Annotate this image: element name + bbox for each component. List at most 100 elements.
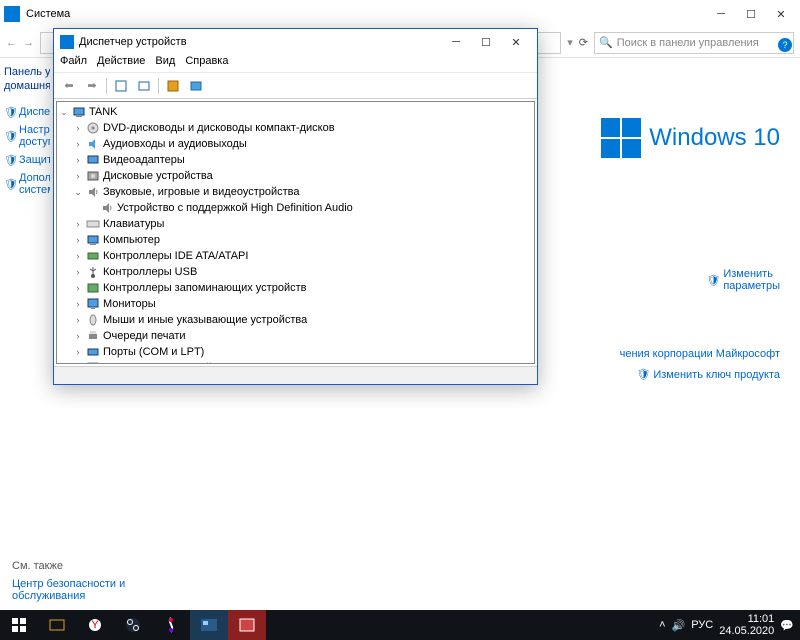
node-label: Контроллеры USB [103,266,197,278]
expand-icon[interactable]: › [73,219,83,229]
pc-icon [85,233,101,247]
pc-icon [71,105,87,119]
device-tree[interactable]: ⌄TANK›DVD-дисководы и дисководы компакт-… [56,101,535,364]
menu-action[interactable]: Действие [97,55,145,72]
forward-button[interactable]: ➡ [81,76,103,96]
tray-notifications-icon[interactable]: 💬 [780,619,794,632]
product-key-link[interactable]: 🛡Изменить ключ продукта [636,368,780,381]
expand-icon[interactable]: › [73,139,83,149]
maximize-button[interactable]: ☐ [471,30,501,54]
maximize-button[interactable]: ☐ [736,2,766,26]
change-settings-link[interactable]: 🛡Изменить параметры [706,268,780,292]
expand-icon[interactable]: › [73,331,83,341]
tree-root[interactable]: ⌄TANK [59,104,532,120]
refresh-button[interactable]: ⟳ [579,36,588,49]
tray-clock[interactable]: 11:01 24.05.2020 [719,613,774,637]
forward-button[interactable]: → [23,37,34,49]
taskbar-item[interactable]: Y [76,610,114,640]
expand-icon[interactable]: › [73,123,83,133]
node-label: Мониторы [103,298,156,310]
taskbar-item[interactable] [152,610,190,640]
taskbar-item[interactable] [38,610,76,640]
mouse-icon [85,313,101,327]
help-icon[interactable]: ? [778,38,792,52]
tool-btn[interactable] [162,76,184,96]
taskbar-item[interactable] [114,610,152,640]
tree-node[interactable]: Устройство с поддержкой High Definition … [59,200,532,216]
expand-icon[interactable]: › [73,299,83,309]
system-tray[interactable]: ˄ 🔊 РУС 11:01 24.05.2020 💬 [659,613,800,637]
shield-icon: 🛡 [706,274,720,287]
sidebar-item[interactable]: 🛡Дополни системы [4,172,46,196]
tree-node[interactable]: › Порты (COM и LPT) [59,344,532,360]
tool-btn[interactable] [133,76,155,96]
tree-node[interactable]: › Контроллеры USB [59,264,532,280]
tray-lang[interactable]: РУС [691,619,713,631]
shield-icon: 🛡 [4,106,16,118]
tree-node[interactable]: ›Дисковые устройства [59,168,532,184]
node-label: Аудиовходы и аудиовыходы [103,138,247,150]
tree-node[interactable]: ›Мыши и иные указывающие устройства [59,312,532,328]
tree-node[interactable]: ›Программные устройства [59,360,532,364]
keyboard-icon [85,217,101,231]
node-label: Видеоадаптеры [103,154,185,166]
ms-link[interactable]: чения корпорации Майкрософт [620,348,780,360]
expand-icon[interactable]: › [73,347,83,357]
security-center-link[interactable]: Центр безопасности и обслуживания [12,578,125,602]
print-icon [85,329,101,343]
node-label: Порты (COM и LPT) [103,346,204,358]
tree-node[interactable]: ⌄ Звуковые, игровые и видеоустройства [59,184,532,200]
sound-icon [99,201,115,215]
expand-icon[interactable]: › [73,283,83,293]
tree-node[interactable]: › Компьютер [59,232,532,248]
minimize-button[interactable]: ─ [706,2,736,26]
expand-icon[interactable]: › [73,363,83,364]
audio-icon [85,137,101,151]
expand-icon[interactable]: › [73,171,83,181]
devmgr-titlebar: Диспетчер устройств ─ ☐ ✕ [54,29,537,55]
tree-node[interactable]: ›Контроллеры IDE ATA/ATAPI [59,248,532,264]
expand-icon[interactable]: › [73,267,83,277]
shield-icon: 🛡 [4,130,16,142]
windows-logo-icon [601,118,641,158]
tree-node[interactable]: ›Клавиатуры [59,216,532,232]
menu-file[interactable]: Файл [60,55,87,72]
back-button[interactable]: ⬅ [58,76,80,96]
expand-icon[interactable]: › [73,155,83,165]
tree-node[interactable]: › Мониторы [59,296,532,312]
expand-icon[interactable]: ⌄ [73,187,83,198]
tree-node[interactable]: ›Очереди печати [59,328,532,344]
start-button[interactable] [0,610,38,640]
close-button[interactable]: ✕ [766,2,796,26]
tree-node[interactable]: › Видеоадаптеры [59,152,532,168]
back-button[interactable]: ← [6,37,17,49]
menu-bar: Файл Действие Вид Справка [54,55,537,73]
taskbar-item[interactable] [190,610,228,640]
node-label: Компьютер [103,234,160,246]
dropdown-icon[interactable]: ▾ [567,36,573,49]
tray-chevron-icon[interactable]: ˄ [659,619,665,631]
tree-node[interactable]: ›DVD-дисководы и дисководы компакт-диско… [59,120,532,136]
menu-view[interactable]: Вид [155,55,175,72]
node-label: Звуковые, игровые и видеоустройства [103,186,300,198]
search-input[interactable]: 🔍 Поиск в панели управления [594,32,794,54]
usb-icon [85,265,101,279]
tool-btn[interactable] [110,76,132,96]
menu-help[interactable]: Справка [185,55,228,72]
minimize-button[interactable]: ─ [441,30,471,54]
taskbar-item-active[interactable] [228,610,266,640]
shield-icon: 🛡 [4,178,16,190]
expand-icon[interactable]: › [73,315,83,325]
expand-icon[interactable]: › [73,251,83,261]
expand-icon[interactable]: › [73,235,83,245]
tree-node[interactable]: ›Контроллеры запоминающих устройств [59,280,532,296]
close-button[interactable]: ✕ [501,30,531,54]
tray-volume-icon[interactable]: 🔊 [672,619,686,632]
tree-node[interactable]: › Аудиовходы и аудиовыходы [59,136,532,152]
tool-btn[interactable] [185,76,207,96]
disc-icon [85,121,101,135]
sidebar-item[interactable]: 🛡Защита с [4,154,46,166]
sidebar-item[interactable]: 🛡Настройк доступа [4,124,46,148]
see-also: См. также Центр безопасности и обслужива… [12,560,125,602]
sidebar-item[interactable]: 🛡Диспетч [4,106,46,118]
